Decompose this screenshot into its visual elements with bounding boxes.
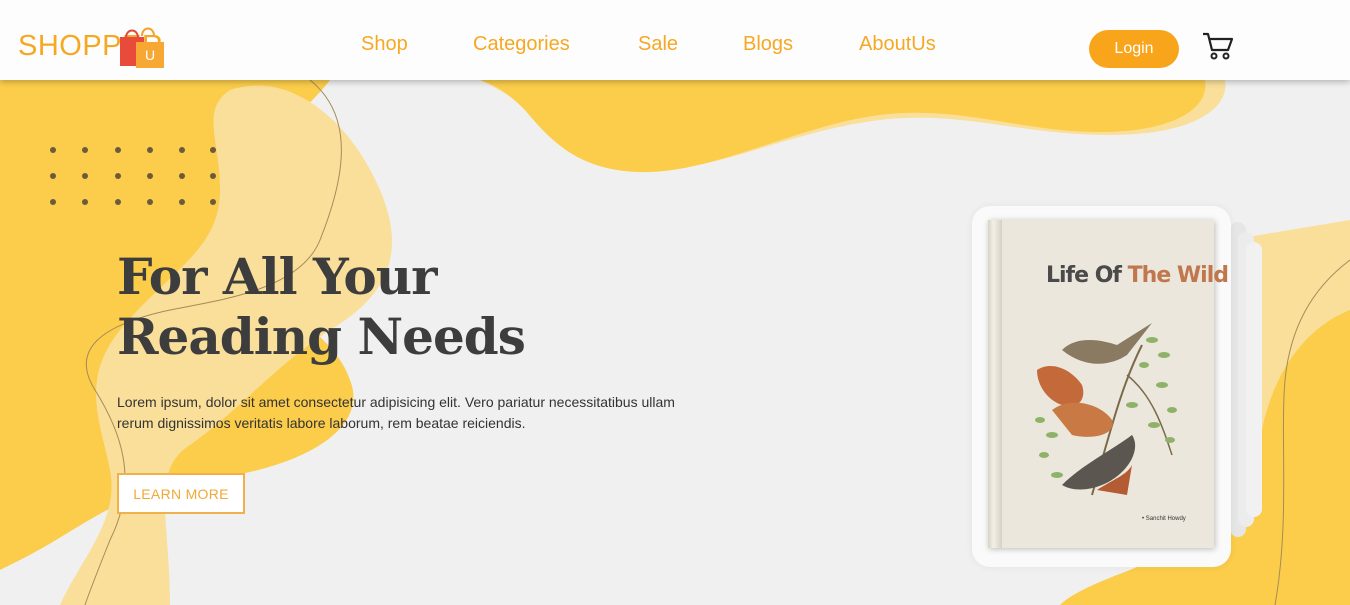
- book-title-part1: Life Of: [1046, 263, 1122, 288]
- nav-link-blogs[interactable]: Blogs: [743, 33, 793, 56]
- book-title-part2: The Wild: [1127, 263, 1229, 288]
- cart-icon[interactable]: [1202, 31, 1234, 61]
- book-title: Life Of The Wild: [1046, 263, 1229, 288]
- birds-illustration: [1035, 323, 1177, 496]
- learn-more-button[interactable]: LEARN MORE: [117, 473, 245, 514]
- brand-badge: U: [145, 47, 155, 63]
- brand-logo[interactable]: SHOPPER U: [18, 22, 178, 68]
- nav-link-categories[interactable]: Categories: [473, 33, 570, 56]
- hero-title: For All Your Reading Needs: [117, 247, 617, 367]
- nav-link-sale[interactable]: Sale: [638, 33, 678, 56]
- login-button[interactable]: Login: [1089, 30, 1179, 68]
- hero-description: Lorem ipsum, dolor sit amet consectetur …: [117, 394, 675, 431]
- book-author: • Sanchit Howdy: [1142, 516, 1186, 522]
- book-spine: [988, 220, 1002, 548]
- hero-title-line1: For All Your: [117, 247, 437, 306]
- dot-grid-decoration: [50, 147, 230, 217]
- nav-link-aboutus[interactable]: AboutUs: [859, 33, 936, 56]
- navbar: SHOPPER U Shop Categories Sale Blogs Abo…: [0, 0, 1350, 80]
- shopping-bags-icon: U: [120, 27, 164, 68]
- book-cover[interactable]: Life Of The Wild • Sanchit Howdy: [988, 220, 1229, 548]
- book-stack: [1230, 222, 1262, 537]
- nav-link-shop[interactable]: Shop: [361, 33, 408, 56]
- hero-title-line2: Reading Needs: [117, 307, 526, 366]
